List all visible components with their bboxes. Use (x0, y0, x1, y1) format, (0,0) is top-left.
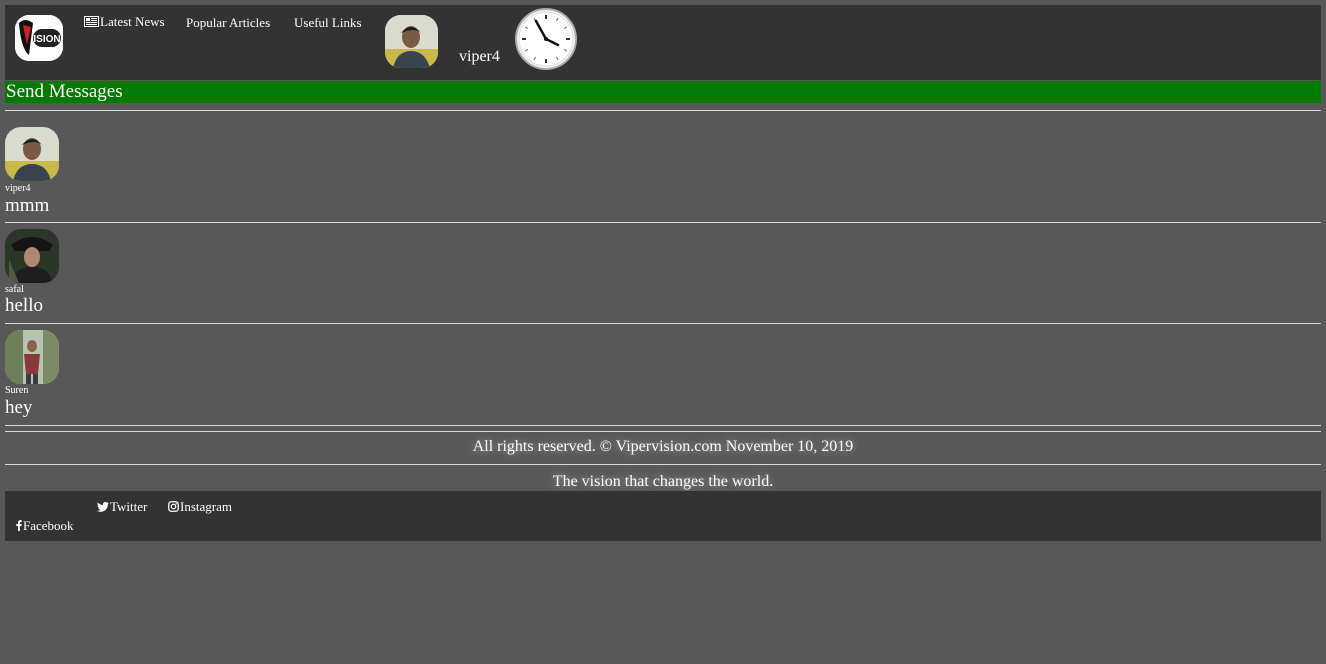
header-username: viper4 (459, 48, 500, 65)
nav-useful-links[interactable]: Useful Links (294, 15, 362, 31)
nav-useful-links-label: Useful Links (294, 15, 362, 30)
message-item: Suren hey (5, 330, 1321, 420)
divider (5, 222, 1321, 223)
divider (5, 110, 1321, 111)
top-navbar: ISION Latest News Popular Articles Usefu… (5, 5, 1321, 80)
social-link-twitter[interactable]: Twitter (97, 499, 147, 515)
user-avatar[interactable] (385, 15, 438, 68)
message-text: hey (5, 397, 33, 418)
footer-social-bar: Twitter Instagram Facebook (5, 491, 1321, 541)
nav-popular-articles[interactable]: Popular Articles (186, 15, 270, 31)
user-avatar-photo (385, 15, 438, 68)
instagram-icon (168, 501, 179, 512)
social-label: Facebook (23, 518, 74, 533)
twitter-icon (97, 502, 109, 512)
avatar-photo-viper4 (5, 127, 59, 181)
message-text: mmm (5, 195, 50, 216)
divider (5, 431, 1321, 432)
social-label: Instagram (180, 499, 232, 514)
message-item: viper4 mmm (5, 127, 1321, 217)
facebook-icon (16, 520, 22, 531)
message-item: safal hello (5, 229, 1321, 319)
social-link-instagram[interactable]: Instagram (168, 499, 232, 515)
clock-icon (515, 8, 577, 70)
vision-logo-icon: ISION (15, 15, 63, 61)
sender-avatar (5, 229, 59, 283)
tagline-text: The vision that changes the world. (552, 473, 774, 490)
sender-name: safal (5, 284, 24, 295)
nav-latest-news-label: Latest News (100, 14, 165, 29)
divider (5, 425, 1321, 426)
svg-text:ISION: ISION (33, 34, 60, 45)
divider (5, 323, 1321, 324)
sender-avatar (5, 330, 59, 384)
copyright-text: All rights reserved. © Vipervision.com N… (472, 438, 854, 455)
sender-name: viper4 (5, 183, 31, 194)
section-title: Send Messages (5, 81, 1321, 103)
newspaper-icon (84, 16, 99, 27)
divider (5, 464, 1321, 465)
nav-popular-articles-label: Popular Articles (186, 15, 271, 30)
page: ISION Latest News Popular Articles Usefu… (0, 0, 1326, 664)
avatar-photo-safal (5, 229, 59, 283)
sender-name: Suren (5, 385, 29, 396)
social-link-facebook[interactable]: Facebook (16, 518, 74, 534)
site-logo[interactable]: ISION (15, 15, 63, 61)
message-text: hello (5, 295, 43, 316)
avatar-photo-suren (5, 330, 59, 384)
sender-avatar (5, 127, 59, 181)
nav-latest-news[interactable]: Latest News (84, 14, 165, 30)
social-label: Twitter (110, 499, 148, 514)
